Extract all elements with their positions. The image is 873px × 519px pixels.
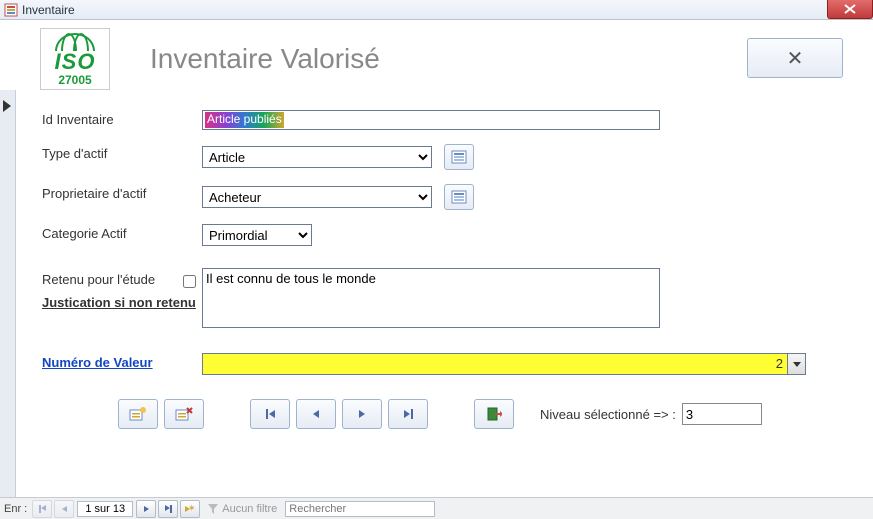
form-body: Id Inventaire Article publiés Type d'act… (16, 90, 873, 497)
recnav-last-button[interactable] (158, 500, 178, 518)
page-title: Inventaire Valorisé (150, 43, 380, 75)
recnav-first-button[interactable] (32, 500, 52, 518)
close-form-button[interactable]: ✕ (747, 38, 843, 78)
id-inventaire-field[interactable]: Article publiés (202, 110, 660, 130)
recnav-next-button[interactable] (136, 500, 156, 518)
close-icon: ✕ (787, 46, 804, 71)
recnav-prev-button[interactable] (54, 500, 74, 518)
form-header: ISO 27005 Inventaire Valorisé ✕ (0, 20, 873, 96)
delete-record-button[interactable] (164, 399, 204, 429)
recnav-search-field[interactable] (285, 501, 435, 517)
retenu-label: Retenu pour l'étude (42, 272, 155, 287)
recnav-filter[interactable]: Aucun filtre (207, 503, 277, 515)
window-title: Inventaire (22, 3, 75, 17)
form-icon (451, 190, 467, 204)
recnav-filter-label: Aucun filtre (222, 503, 277, 515)
id-inventaire-value: Article publiés (205, 112, 284, 128)
id-inventaire-label: Id Inventaire (42, 110, 202, 127)
type-actif-label: Type d'actif (42, 144, 202, 161)
numero-valeur-dropdown-button[interactable] (788, 353, 806, 375)
window-close-button[interactable] (827, 0, 873, 19)
numero-valeur-field[interactable]: 2 (202, 353, 788, 375)
next-record-button[interactable] (342, 399, 382, 429)
new-record-icon (129, 407, 147, 421)
last-record-button[interactable] (388, 399, 428, 429)
categorie-actif-select[interactable]: Primordial (202, 224, 312, 246)
recnav-new-button[interactable]: ✶ (180, 500, 200, 518)
proprietaire-actif-label: Proprietaire d'actif (42, 184, 202, 201)
exit-icon (486, 407, 502, 421)
niveau-field[interactable] (682, 403, 762, 425)
logo-number: 27005 (58, 73, 91, 87)
numero-valeur-link[interactable]: Numéro de Valeur (42, 353, 202, 370)
form-icon (4, 3, 18, 17)
categorie-actif-label: Categorie Actif (42, 224, 202, 241)
justification-label: Justication si non retenu (42, 295, 202, 310)
window-titlebar: Inventaire (0, 0, 873, 20)
retenu-column: Retenu pour l'étude Justication si non r… (42, 268, 202, 310)
current-record-marker-icon (3, 100, 11, 112)
proprietaire-actif-select[interactable]: Acheteur (202, 186, 432, 208)
type-actif-select[interactable]: Article (202, 146, 432, 168)
prev-record-button[interactable] (296, 399, 336, 429)
new-record-button[interactable] (118, 399, 158, 429)
form-actions: Niveau sélectionné => : (42, 399, 853, 429)
recnav-position-field[interactable] (77, 501, 133, 517)
iso-logo: ISO 27005 (40, 28, 110, 90)
recnav-label: Enr : (0, 503, 31, 515)
exit-button[interactable] (474, 399, 514, 429)
form-icon (451, 150, 467, 164)
first-record-button[interactable] (250, 399, 290, 429)
niveau-label: Niveau sélectionné => : (540, 407, 676, 422)
record-selector[interactable] (0, 90, 16, 497)
delete-record-icon (175, 407, 193, 421)
logo-iso-text: ISO (55, 51, 96, 73)
record-navigator: Enr : ✶ Aucun filtre (0, 497, 873, 519)
description-textarea[interactable]: Il est connu de tous le monde (202, 268, 660, 328)
type-actif-lookup-button[interactable] (444, 144, 474, 170)
proprietaire-actif-lookup-button[interactable] (444, 184, 474, 210)
filter-icon (207, 503, 219, 515)
retenu-checkbox[interactable] (183, 275, 196, 288)
